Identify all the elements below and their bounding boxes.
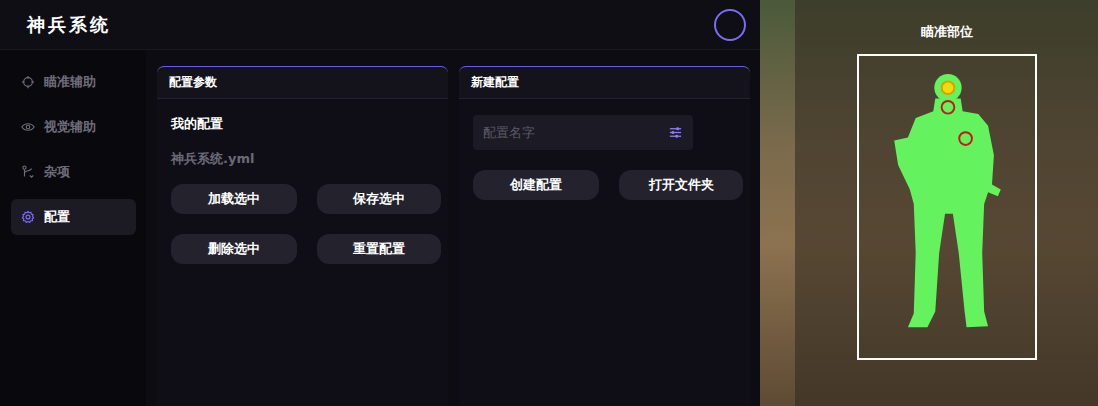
config-file-item[interactable]: 神兵系统.yml (171, 150, 442, 168)
gear-icon (21, 210, 35, 224)
config-name-input[interactable] (481, 124, 662, 141)
aim-point[interactable] (959, 132, 972, 145)
crosshair-icon (21, 75, 35, 89)
sidebar-item[interactable]: 杂项 (11, 154, 136, 190)
section-label: 我的配置 (171, 115, 442, 133)
new-config-panel: 新建配置创建配置打开文件夹 (459, 66, 750, 406)
action-button[interactable]: 创建配置 (473, 170, 599, 200)
sidebar-label: 配置 (44, 208, 70, 226)
window-title: 神兵系统 (27, 13, 111, 37)
content: 配置参数我的配置神兵系统.yml加载选中保存选中删除选中重置配置新建配置创建配置… (146, 50, 760, 406)
sidebar-label: 视觉辅助 (44, 118, 96, 136)
aim-point[interactable] (941, 101, 954, 114)
overlay-title: 瞄准部位 (921, 0, 973, 41)
action-button[interactable]: 重置配置 (317, 234, 441, 264)
header: 神兵系统 (0, 0, 760, 50)
sliders-icon (668, 125, 683, 140)
target-box (857, 54, 1037, 360)
sidebar-item[interactable]: 瞄准辅助 (11, 64, 136, 100)
panel-header: 新建配置 (459, 66, 750, 99)
panel-header: 配置参数 (157, 66, 448, 99)
panel-body: 创建配置打开文件夹 (459, 99, 750, 200)
sidebar-item[interactable]: 视觉辅助 (11, 109, 136, 145)
button-grid: 加载选中保存选中删除选中重置配置 (171, 184, 442, 264)
action-button[interactable]: 删除选中 (171, 234, 297, 264)
route-icon (21, 165, 35, 179)
game-background: 瞄准部位 (760, 0, 1098, 406)
app-window: 神兵系统瞄准辅助视觉辅助杂项配置配置参数我的配置神兵系统.yml加载选中保存选中… (0, 0, 760, 406)
panel-body: 我的配置神兵系统.yml 加载选中保存选中删除选中重置配置 (157, 99, 448, 264)
soldier-silhouette-icon (859, 56, 1035, 358)
sidebar: 瞄准辅助视觉辅助杂项配置 (0, 50, 146, 406)
body: 瞄准辅助视觉辅助杂项配置配置参数我的配置神兵系统.yml加载选中保存选中删除选中… (0, 50, 760, 406)
button-row: 创建配置打开文件夹 (473, 170, 744, 200)
config-params-panel: 配置参数我的配置神兵系统.yml 加载选中保存选中删除选中重置配置 (157, 66, 448, 406)
action-button[interactable]: 打开文件夹 (619, 170, 743, 200)
app: 神兵系统瞄准辅助视觉辅助杂项配置配置参数我的配置神兵系统.yml加载选中保存选中… (0, 0, 1098, 406)
eye-icon (21, 120, 35, 134)
sidebar-item[interactable]: 配置 (11, 199, 136, 235)
action-button[interactable]: 保存选中 (317, 184, 441, 214)
aim-point[interactable] (941, 81, 954, 94)
action-button[interactable]: 加载选中 (171, 184, 297, 214)
sidebar-label: 杂项 (44, 163, 70, 181)
config-name-field (473, 115, 693, 150)
profile-circle-icon[interactable] (714, 9, 746, 41)
aim-overlay: 瞄准部位 (795, 0, 1098, 406)
sidebar-label: 瞄准辅助 (44, 73, 96, 91)
